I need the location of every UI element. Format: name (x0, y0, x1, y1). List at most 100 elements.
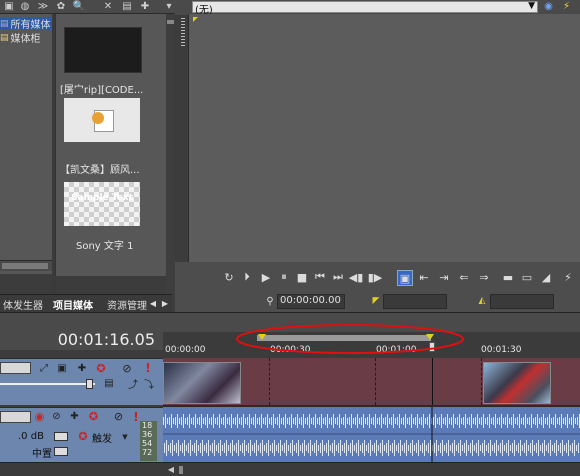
scroll-up-arrow[interactable] (167, 20, 174, 24)
preview-quality-icon[interactable]: ⚡ (560, 0, 573, 13)
track-name-field[interactable] (0, 411, 31, 423)
play-from-start-icon[interactable]: ⏵ (240, 270, 254, 284)
tab-project-media[interactable]: 项目媒体 (50, 297, 96, 312)
timeline-scrollbar[interactable]: ◀ (163, 462, 580, 476)
set-in-icon[interactable]: ⇤ (417, 270, 431, 284)
video-clip-thumbnail[interactable] (163, 362, 241, 404)
tab-left-arrow-icon[interactable]: ◀ (148, 298, 158, 309)
audio-track-header[interactable]: ◉ ⊘ ✚ ✪ ⊘ ! .0 dB ✪ 触发 ▼ 中置 18 36 54 72 (0, 407, 163, 462)
views-icon[interactable]: ≫ (36, 0, 50, 13)
vertical-scrollbar[interactable] (166, 14, 175, 312)
add-marker-icon[interactable]: ▬ (501, 270, 515, 284)
audio-track[interactable] (163, 407, 580, 462)
chevron-down-icon: ▼ (528, 1, 535, 11)
tab-media-generators[interactable]: 体发生器 (0, 297, 46, 312)
audio-thumbnail[interactable] (64, 98, 140, 142)
settings-gear-icon[interactable]: ✪ (87, 410, 100, 423)
mute-icon[interactable]: ⊘ (120, 361, 134, 375)
video-track-header[interactable]: ⤢ ▣ ✚ ✪ ⊘ ! ▤ ⤴ ⤵ (0, 358, 163, 405)
volume-slider[interactable] (54, 432, 68, 441)
prev-frame-icon[interactable]: ◀▮ (349, 270, 364, 284)
snapshot-icon[interactable]: ▣ (397, 270, 413, 286)
fx-icon[interactable]: ✚ (75, 361, 89, 375)
tab-explorer[interactable]: 资源管理 (104, 297, 150, 312)
level-meter: 18 36 54 72 (140, 421, 157, 461)
make-child-icon[interactable]: ⤵ (143, 377, 155, 391)
properties-icon[interactable]: ▤ (120, 0, 134, 13)
tree-item-label: 媒体柜 (10, 34, 41, 45)
set-out-icon[interactable]: ⇥ (437, 270, 451, 284)
trim-start-icon[interactable]: ⇐ (457, 270, 471, 284)
next-frame-icon[interactable]: ▮▶ (368, 270, 383, 284)
preview-settings-icon[interactable]: ◉ (542, 0, 555, 13)
annotation-ellipse (236, 324, 464, 354)
make-parent-icon[interactable]: ⤴ (127, 377, 139, 391)
video-thumbnail[interactable] (64, 27, 142, 73)
dropdown-arrow-icon[interactable]: ▼ (121, 432, 129, 442)
project-media-list: [屠宀rip][CODE... 【凯文桑】顾风... Sample Text S… (55, 14, 166, 276)
tree-item-all-media[interactable]: ▤ 所有媒体 (0, 17, 51, 31)
add-region-icon[interactable]: ▭ (520, 270, 534, 284)
ripple-icon[interactable]: ◢ (539, 270, 553, 284)
transport-bar: ↻ ⏵ ▶ ⏸ ■ ⏮ ⏭ ◀▮ ▮▶ ▣ ⇤ ⇥ ⇐ ⇒ ▬ ▭ ◢ ⚡ ⚲ … (175, 262, 580, 312)
tree-item-label: 所有媒体 (10, 20, 51, 31)
solo-icon[interactable]: ! (143, 361, 153, 375)
video-track[interactable] (163, 358, 580, 405)
track-motion-icon[interactable]: ⤢ (37, 361, 51, 375)
play-icon[interactable]: ▶ (259, 270, 273, 284)
audio-waveform (163, 407, 580, 462)
add-icon[interactable]: ✚ (138, 0, 152, 13)
preview-device-dropdown[interactable]: (无) ▼ (192, 1, 538, 16)
track-name-field[interactable] (0, 362, 31, 374)
cursor-timecode: 00:01:16.05 (57, 330, 155, 349)
stop-icon[interactable]: ■ (295, 270, 309, 284)
selection-start-field[interactable] (383, 294, 447, 309)
go-to-start-icon[interactable]: ⏮ (313, 270, 327, 284)
settings-gear-icon[interactable]: ✪ (94, 361, 108, 375)
folder-icon: ▤ (0, 32, 9, 43)
scrollbar-thumb[interactable] (2, 263, 48, 269)
volume-value: .0 dB (18, 431, 44, 442)
go-to-end-icon[interactable]: ⏭ (331, 270, 345, 284)
capture-icon[interactable]: ◍ (18, 0, 32, 13)
import-icon[interactable]: ▣ (2, 0, 16, 13)
refresh-icon[interactable]: ✿ (54, 0, 68, 13)
level-slider-track[interactable] (0, 383, 95, 385)
media-item-label: [屠宀rip][CODE... (60, 85, 144, 96)
selection-start-icon: ◤ (372, 296, 380, 306)
loop-icon[interactable]: ↻ (222, 270, 236, 284)
meter-label: 36 (142, 430, 153, 439)
grid-line (481, 358, 482, 405)
compositing-icon[interactable]: ▣ (55, 361, 69, 375)
time-field[interactable]: 00:00:00.00 (277, 294, 345, 309)
playhead-line (432, 358, 433, 405)
text-thumbnail[interactable]: Sample Text (64, 182, 140, 226)
fx-icon[interactable]: ✚ (68, 410, 81, 423)
invert-phase-icon[interactable]: ⊘ (50, 410, 63, 423)
meter-label: 18 (142, 421, 153, 430)
auto-crossfade-icon[interactable]: ⚡ (561, 270, 575, 284)
scroll-left-arrow-icon[interactable]: ◀ (167, 464, 175, 475)
trigger-label[interactable]: 触发 (92, 430, 112, 445)
tree-scrollbar[interactable] (0, 260, 52, 271)
mute-icon[interactable]: ⊘ (112, 410, 125, 423)
delete-icon[interactable]: ✕ (101, 0, 115, 13)
selection-length-field[interactable] (490, 294, 554, 309)
tree-item-media-bins[interactable]: ▤ 媒体柜 (0, 31, 41, 46)
video-clip-thumbnail[interactable] (483, 362, 551, 404)
trigger-icon: ✪ (78, 429, 88, 443)
level-slider-handle[interactable] (86, 379, 93, 389)
media-item-label: 【凯文桑】顾风... (60, 165, 140, 176)
media-tree: ▤ 所有媒体 ▤ 媒体柜 (0, 14, 52, 274)
composite-mode-icon[interactable]: ▤ (103, 377, 115, 389)
preview-marker-icon (193, 17, 198, 22)
pause-icon[interactable]: ⏸ (277, 270, 291, 284)
pan-slider[interactable] (54, 447, 68, 456)
drag-handle[interactable] (181, 18, 185, 48)
scrollbar-thumb[interactable] (179, 466, 183, 474)
more-icon[interactable]: ▾ (162, 0, 176, 13)
tab-right-arrow-icon[interactable]: ▶ (160, 298, 170, 309)
search-icon[interactable]: 🔍 (72, 0, 86, 13)
trim-end-icon[interactable]: ⇒ (477, 270, 491, 284)
record-arm-icon[interactable]: ◉ (33, 410, 46, 423)
